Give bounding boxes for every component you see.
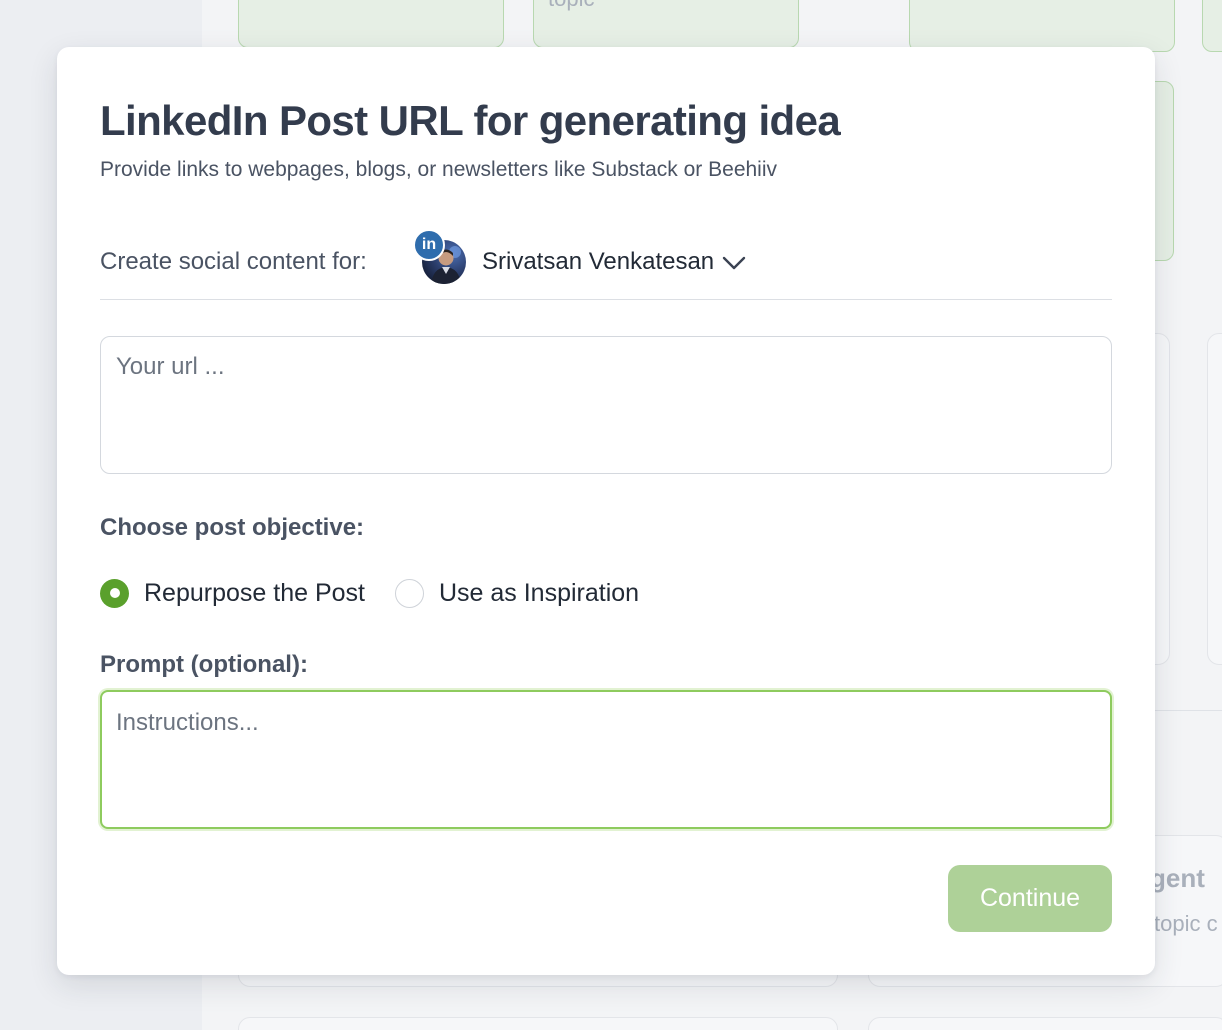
background-card-text: topic [548, 0, 594, 12]
radio-label-inspiration[interactable]: Use as Inspiration [439, 579, 639, 608]
account-dropdown[interactable]: in Srivatsan Venkatesan [413, 229, 746, 286]
background-card [1207, 333, 1222, 665]
url-input[interactable] [100, 336, 1112, 474]
modal-title: LinkedIn Post URL for generating idea [100, 97, 841, 144]
linkedin-icon: in [413, 229, 445, 261]
chevron-down-icon [722, 256, 746, 270]
radio-inspiration[interactable] [394, 578, 424, 608]
continue-button[interactable]: Continue [948, 865, 1112, 932]
url-idea-modal: LinkedIn Post URL for generating idea Pr… [57, 47, 1155, 975]
account-label: Create social content for: [100, 248, 367, 275]
background-card: topic [533, 0, 799, 48]
radio-label-repurpose[interactable]: Repurpose the Post [144, 579, 365, 608]
objective-radio-group: Repurpose the Post Use as Inspiration [100, 575, 669, 611]
background-card [1202, 0, 1222, 52]
background-card [238, 0, 504, 48]
background-card [909, 0, 1175, 52]
objective-label: Choose post objective: [100, 514, 365, 541]
background-card [868, 1017, 1222, 1030]
background-card-title: gent [1150, 863, 1205, 893]
account-name: Srivatsan Venkatesan [482, 248, 715, 275]
radio-option-repurpose[interactable]: Repurpose the Post [100, 578, 365, 608]
radio-repurpose[interactable] [100, 578, 129, 608]
modal-subtitle: Provide links to webpages, blogs, or new… [100, 158, 778, 181]
prompt-label: Prompt (optional): [100, 651, 308, 678]
prompt-input[interactable] [100, 690, 1112, 829]
background-card-text: topic c [1154, 911, 1218, 936]
radio-option-inspiration[interactable]: Use as Inspiration [394, 578, 639, 608]
account-selector-row: Create social content for: in Srivatsan … [100, 229, 1112, 300]
account-avatar-group: in [413, 229, 466, 286]
background-card [238, 1017, 838, 1030]
